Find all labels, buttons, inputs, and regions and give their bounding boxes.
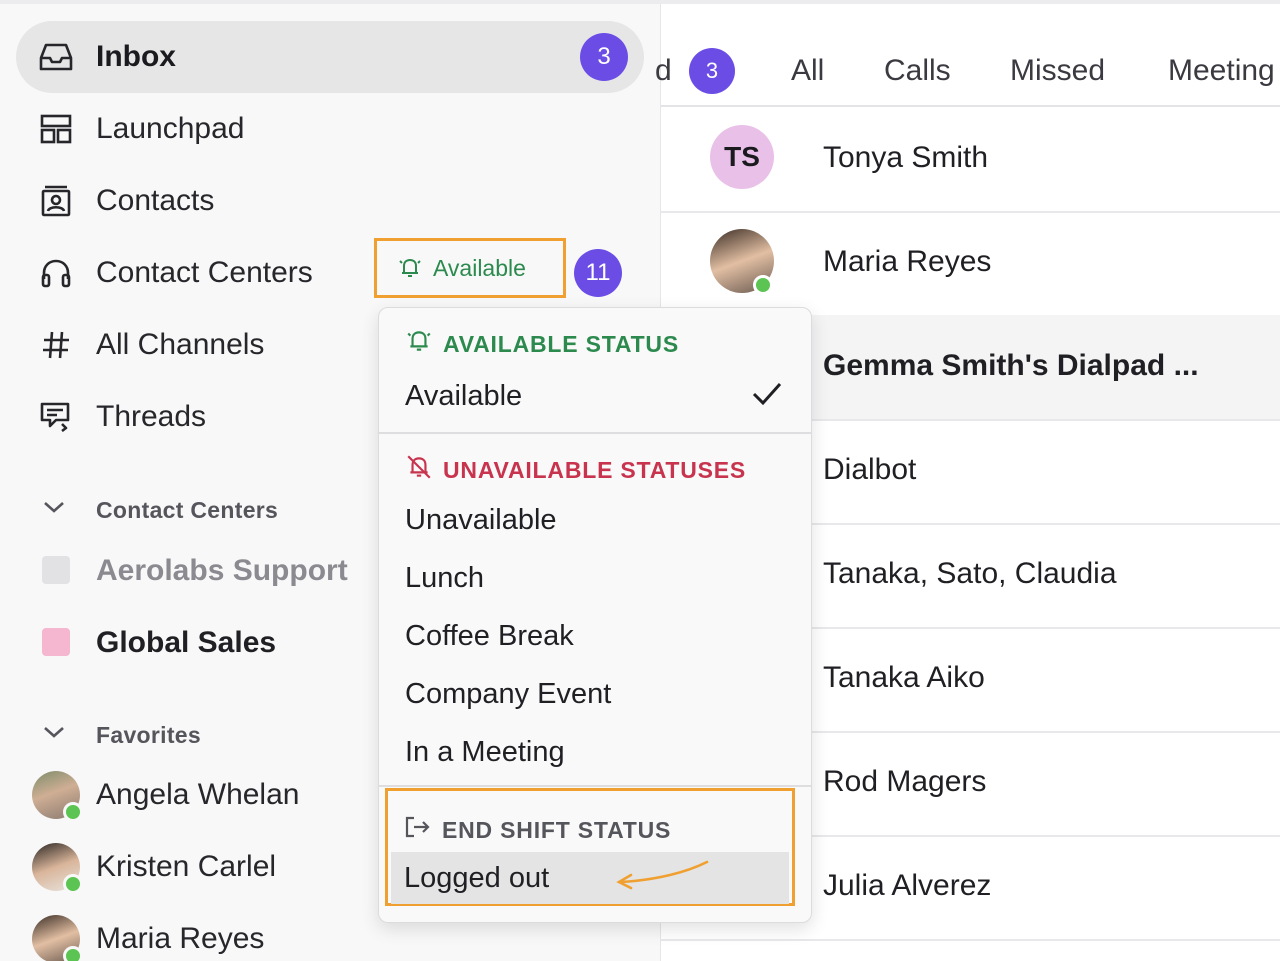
sidebar-item-label: Launchpad: [96, 112, 245, 145]
chevron-down-icon[interactable]: [42, 724, 66, 745]
unavailable-status-label: UNAVAILABLE STATUSES: [443, 456, 747, 483]
sidebar-item-label: Contacts: [96, 184, 215, 217]
headset-icon: [38, 255, 74, 291]
sidebar-item-inbox[interactable]: Inbox 3: [16, 21, 644, 93]
list-item[interactable]: Maria Reyes: [661, 211, 1280, 317]
section-title-favorites[interactable]: Favorites: [96, 722, 201, 749]
divider: [379, 785, 811, 787]
section-title-contact-centers[interactable]: Contact Centers: [96, 497, 278, 524]
cc-color-swatch: [42, 556, 70, 584]
row-name: Tanaka, Sato, Claudia: [823, 557, 1117, 590]
threads-icon: [38, 399, 74, 435]
row-name: Maria Reyes: [823, 245, 992, 278]
available-status-header: AVAILABLE STATUS: [405, 328, 679, 360]
row-name: Rod Magers: [823, 765, 987, 798]
online-indicator: [63, 946, 83, 961]
online-indicator: [63, 874, 83, 894]
bell-ringing-icon: [405, 328, 433, 360]
list-item[interactable]: TS Tonya Smith: [661, 107, 1280, 213]
cc-color-swatch: [42, 628, 70, 656]
logout-icon: [404, 815, 432, 845]
status-option-lunch[interactable]: Lunch: [405, 562, 484, 595]
annotation-arrow-icon: [607, 858, 711, 897]
status-option-coffee-break[interactable]: Coffee Break: [405, 620, 574, 653]
online-indicator: [63, 802, 83, 822]
sidebar-item-launchpad[interactable]: Launchpad: [16, 93, 644, 165]
launchpad-icon: [38, 111, 74, 147]
status-option-company-event[interactable]: Company Event: [405, 678, 611, 711]
end-shift-status-label: END SHIFT STATUS: [442, 816, 672, 843]
bell-ringing-icon: [397, 256, 423, 285]
row-name: Tanaka Aiko: [823, 661, 985, 694]
tab-calls[interactable]: Calls: [884, 54, 951, 88]
bell-off-icon: [405, 454, 433, 486]
status-option-label: Available: [405, 380, 523, 412]
tab-count-badge: 3: [689, 48, 735, 94]
sidebar-item-label: All Channels: [96, 328, 265, 361]
filter-tabs: d 3 All Calls Missed Meeting: [655, 4, 1280, 107]
sidebar-item-label: Threads: [96, 400, 207, 433]
available-status-label: AVAILABLE STATUS: [443, 330, 679, 357]
tab-missed[interactable]: Missed: [1010, 54, 1105, 88]
row-name: Dialbot: [823, 453, 917, 486]
status-option-in-a-meeting[interactable]: In a Meeting: [405, 736, 565, 769]
inbox-icon: [38, 39, 74, 75]
end-shift-status-header: END SHIFT STATUS: [404, 815, 671, 845]
unavailable-status-header: UNAVAILABLE STATUSES: [405, 454, 746, 486]
cc-item-aerolabs-support[interactable]: Aerolabs Support: [96, 554, 348, 588]
tab-meetings[interactable]: Meeting: [1168, 54, 1275, 88]
chevron-down-icon[interactable]: [42, 499, 66, 520]
cc-item-global-sales[interactable]: Global Sales: [96, 626, 276, 660]
checkmark-icon: [751, 380, 783, 413]
hash-icon: [38, 327, 74, 363]
status-label: Available: [433, 254, 526, 281]
tab-partial[interactable]: d: [655, 54, 672, 88]
tab-all[interactable]: All: [791, 54, 824, 88]
sidebar-item-label: Inbox: [96, 40, 176, 73]
status-dropdown-menu: AVAILABLE STATUS Available UNAVAILABLE S…: [378, 307, 812, 923]
row-name: Gemma Smith's Dialpad ...: [823, 349, 1199, 382]
divider: [379, 432, 811, 434]
status-selector-button[interactable]: Available: [374, 238, 566, 298]
inbox-count-badge: 3: [580, 33, 628, 81]
favorite-label: Angela Whelan: [96, 778, 300, 811]
online-indicator: [753, 275, 773, 295]
contact-centers-count-badge: 11: [574, 249, 622, 297]
favorite-label: Kristen Carlel: [96, 850, 277, 883]
sidebar-item-contacts[interactable]: Contacts: [16, 165, 644, 237]
status-option-unavailable[interactable]: Unavailable: [405, 504, 557, 537]
favorite-label: Maria Reyes: [96, 922, 265, 955]
row-name: Tonya Smith: [823, 141, 989, 174]
end-shift-highlight: END SHIFT STATUS Logged out: [385, 788, 795, 906]
sidebar-item-label: Contact Centers: [96, 256, 313, 289]
status-option-label: Logged out: [404, 862, 550, 894]
avatar-initials: TS: [710, 125, 774, 189]
row-name: Julia Alverez: [823, 869, 992, 902]
status-option-logged-out[interactable]: Logged out: [391, 852, 789, 904]
contacts-icon: [38, 183, 74, 219]
